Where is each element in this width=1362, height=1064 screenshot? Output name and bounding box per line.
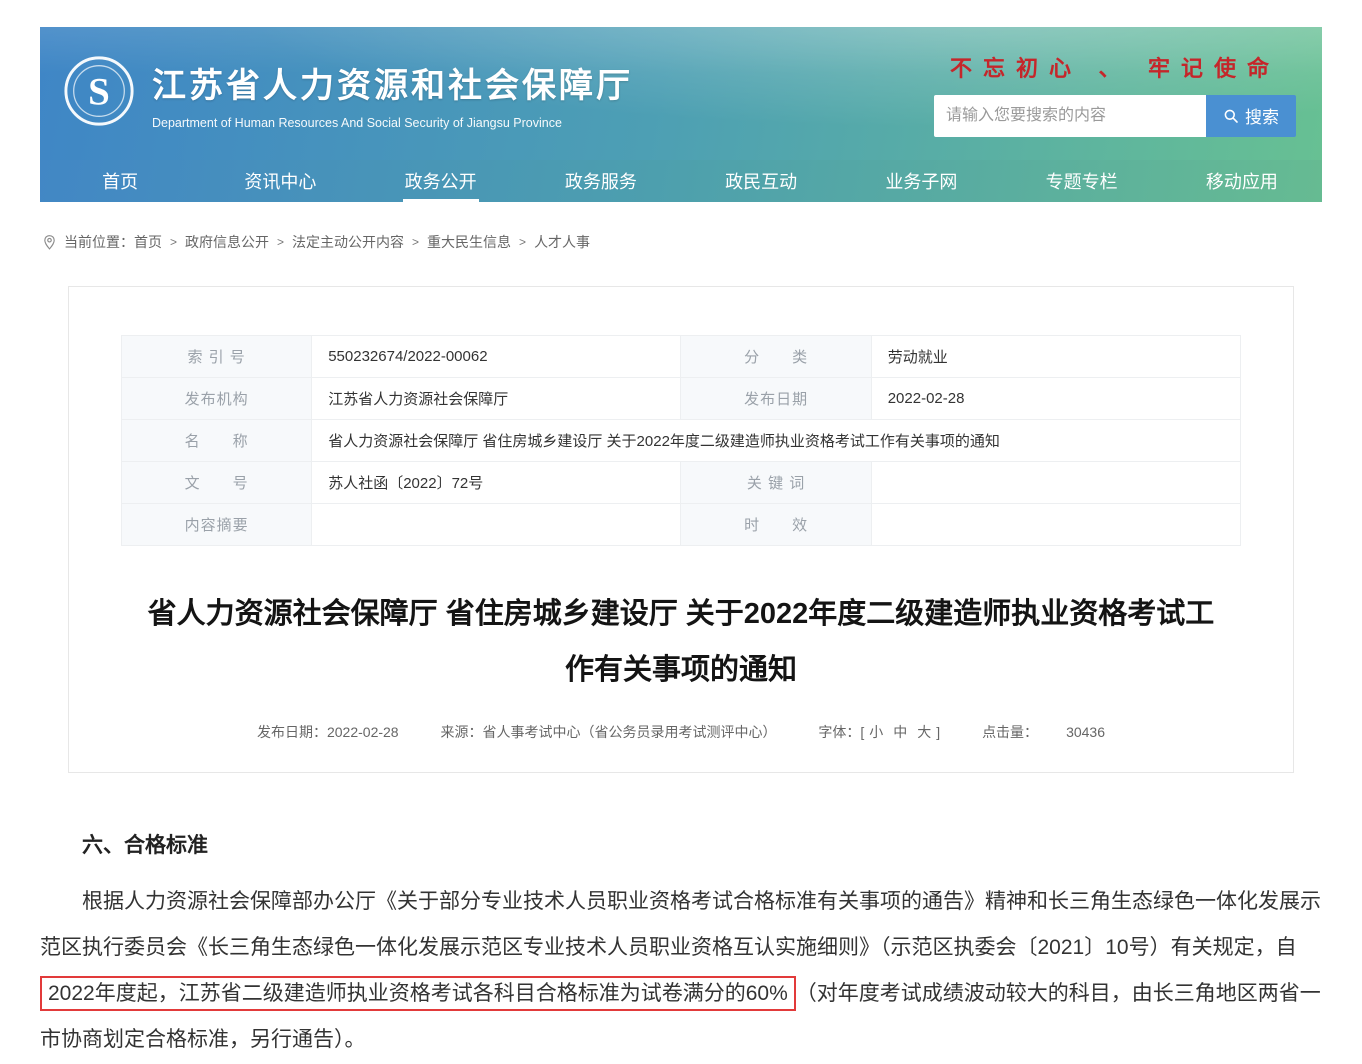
field-label-category: 分 类 [681, 336, 871, 378]
breadcrumb-separator: > [277, 235, 284, 249]
breadcrumb-item-livelihood-info[interactable]: 重大民生信息 [427, 232, 511, 252]
field-label-summary: 内容摘要 [122, 504, 312, 546]
meta-hits-value: 30436 [1066, 724, 1105, 740]
breadcrumb-item-gov-info[interactable]: 政府信息公开 [185, 232, 269, 252]
breadcrumb-item-home[interactable]: 首页 [134, 232, 162, 252]
meta-publish-date-value: 2022-02-28 [327, 724, 399, 740]
nav-item-special-topics[interactable]: 专题专栏 [1002, 160, 1162, 202]
nav-item-business-subnets[interactable]: 业务子网 [841, 160, 1001, 202]
search-bar: 搜索 [934, 95, 1296, 137]
section-heading: 六、合格标准 [40, 823, 1322, 869]
table-row: 发布机构 江苏省人力资源社会保障厅 发布日期 2022-02-28 [122, 378, 1241, 420]
breadcrumb-separator: > [519, 235, 526, 249]
site-title-block: 江苏省人力资源和社会保障厅 Department of Human Resour… [152, 58, 633, 130]
body-paragraph: 根据人力资源社会保障部办公厅《关于部分专业技术人员职业资格考试合格标准有关事项的… [40, 879, 1322, 1063]
search-input[interactable] [934, 95, 1206, 137]
main-nav: 首页 资讯中心 政务公开 政务服务 政民互动 业务子网 专题专栏 移动应用 [40, 160, 1322, 202]
table-row: 索 引 号 550232674/2022-00062 分 类 劳动就业 [122, 336, 1241, 378]
field-value-summary [312, 504, 681, 546]
search-icon [1223, 108, 1239, 124]
field-value-category: 劳动就业 [871, 336, 1240, 378]
field-value-index-no: 550232674/2022-00062 [312, 336, 681, 378]
article-body: 六、合格标准 根据人力资源社会保障部办公厅《关于部分专业技术人员职业资格考试合格… [40, 823, 1322, 1063]
paragraph-text-before: 根据人力资源社会保障部办公厅《关于部分专业技术人员职业资格考试合格标准有关事项的… [40, 890, 1321, 959]
info-table: 索 引 号 550232674/2022-00062 分 类 劳动就业 发布机构… [121, 335, 1241, 546]
nav-label: 专题专栏 [1046, 168, 1118, 194]
breadcrumb-separator: > [412, 235, 419, 249]
highlighted-text-red-box: 2022年度起，江苏省二级建造师执业资格考试各科目合格标准为试卷满分的60% [40, 976, 796, 1011]
site-title[interactable]: 江苏省人力资源和社会保障厅 [152, 58, 633, 107]
meta-font-size: 字体：[ 小中大] [818, 724, 940, 740]
nav-item-gov-services[interactable]: 政务服务 [521, 160, 681, 202]
table-row: 内容摘要 时 效 [122, 504, 1241, 546]
nav-item-news-center[interactable]: 资讯中心 [200, 160, 360, 202]
field-value-keywords [871, 462, 1240, 504]
meta-font-label: 字体：[ [818, 724, 864, 740]
field-label-name: 名 称 [122, 420, 312, 462]
field-label-doc-no: 文 号 [122, 462, 312, 504]
nav-label: 资讯中心 [244, 168, 316, 194]
font-size-small-button[interactable]: 小 [869, 724, 883, 740]
nav-label: 政务服务 [565, 168, 637, 194]
nav-label: 移动应用 [1206, 168, 1278, 194]
nav-item-public-interaction[interactable]: 政民互动 [681, 160, 841, 202]
logo-emblem-icon: S [62, 54, 136, 128]
field-label-keywords: 关 键 词 [681, 462, 871, 504]
header-right: 不忘初心 、 牢记使命 搜索 [934, 51, 1296, 137]
nav-item-mobile-apps[interactable]: 移动应用 [1162, 160, 1322, 202]
search-button-label: 搜索 [1245, 103, 1279, 128]
nav-item-gov-affairs-public[interactable]: 政务公开 [361, 160, 521, 202]
breadcrumb-separator: > [170, 235, 177, 249]
table-row: 文 号 苏人社函〔2022〕72号 关 键 词 [122, 462, 1241, 504]
table-row: 名 称 省人力资源社会保障厅 省住房城乡建设厅 关于2022年度二级建造师执业资… [122, 420, 1241, 462]
font-size-large-button[interactable]: 大 [917, 724, 931, 740]
field-value-name: 省人力资源社会保障厅 省住房城乡建设厅 关于2022年度二级建造师执业资格考试工… [312, 420, 1241, 462]
site-header: S 江苏省人力资源和社会保障厅 Department of Human Reso… [40, 27, 1322, 160]
font-size-medium-button[interactable]: 中 [893, 724, 907, 740]
nav-label: 业务子网 [885, 168, 957, 194]
search-button[interactable]: 搜索 [1206, 95, 1296, 137]
nav-label: 首页 [102, 168, 138, 194]
document-card: 索 引 号 550232674/2022-00062 分 类 劳动就业 发布机构… [68, 286, 1294, 773]
article-meta: 发布日期：2022-02-28 来源：省人事考试中心（省公务员录用考试测评中心）… [121, 722, 1241, 742]
meta-source-value: 省人事考试中心（省公务员录用考试测评中心） [483, 724, 777, 740]
meta-hits: 点击量： 30436 [982, 724, 1105, 740]
nav-item-home[interactable]: 首页 [40, 160, 200, 202]
meta-source-label: 来源： [441, 724, 483, 740]
breadcrumb: 当前位置： 首页 > 政府信息公开 > 法定主动公开内容 > 重大民生信息 > … [42, 232, 1322, 252]
meta-publish-date-label: 发布日期： [257, 724, 327, 740]
page: S 江苏省人力资源和社会保障厅 Department of Human Reso… [40, 0, 1322, 1063]
field-value-issuing-agency: 江苏省人力资源社会保障厅 [312, 378, 681, 420]
meta-publish-date: 发布日期：2022-02-28 [257, 724, 399, 740]
breadcrumb-prefix: 当前位置： [64, 232, 134, 252]
location-pin-icon [42, 234, 57, 251]
field-label-index-no: 索 引 号 [122, 336, 312, 378]
nav-label: 政民互动 [725, 168, 797, 194]
meta-source: 来源：省人事考试中心（省公务员录用考试测评中心） [441, 724, 777, 740]
nav-label: 政务公开 [405, 168, 477, 194]
field-label-issuing-agency: 发布机构 [122, 378, 312, 420]
breadcrumb-item-talent-personnel[interactable]: 人才人事 [534, 232, 590, 252]
site-subtitle: Department of Human Resources And Social… [152, 116, 633, 130]
article-title: 省人力资源社会保障厅 省住房城乡建设厅 关于2022年度二级建造师执业资格考试工… [144, 586, 1219, 698]
breadcrumb-item-statutory-disclosure[interactable]: 法定主动公开内容 [292, 232, 404, 252]
slogan-banner: 不忘初心 、 牢记使命 [934, 51, 1296, 83]
site-logo[interactable]: S [62, 54, 136, 133]
field-value-publish-date: 2022-02-28 [871, 378, 1240, 420]
field-value-doc-no: 苏人社函〔2022〕72号 [312, 462, 681, 504]
meta-hits-label: 点击量： [982, 724, 1038, 740]
svg-text:S: S [88, 71, 110, 114]
meta-font-label-close: ] [936, 724, 940, 740]
field-value-validity [871, 504, 1240, 546]
field-label-publish-date: 发布日期 [681, 378, 871, 420]
field-label-validity: 时 效 [681, 504, 871, 546]
